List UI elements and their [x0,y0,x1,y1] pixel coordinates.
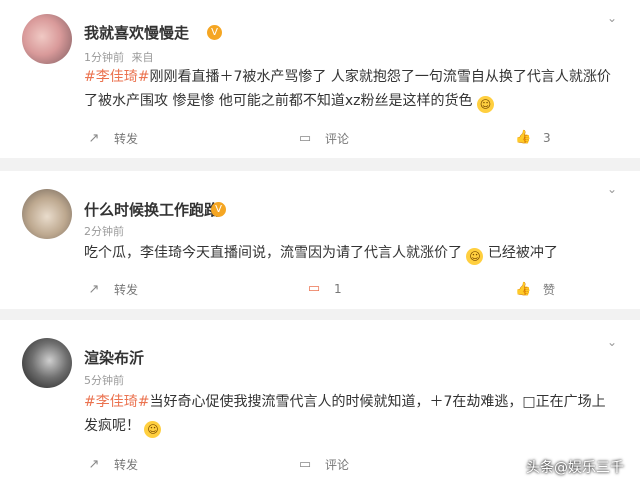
repost-button[interactable]: ↗ 转发 [86,456,138,473]
comment-card: 什么时候换工作跑路 V 2分钟前 ⌄ 吃个瓜，李佳琦今天直播间说，流雪因为请了代… [0,171,640,309]
username[interactable]: 什么时候换工作跑路 [84,199,219,220]
hashtag-link[interactable]: #李佳琦# [84,69,149,85]
like-icon: 👍 [515,130,532,145]
comment-text: #李佳琦#当好奇心促使我搜流雪代言人的时候就知道，＋7在劫难逃，□正在广场上发疯… [84,390,616,438]
comment-icon: ▭ [298,456,312,472]
username[interactable]: 渲染布沂 [84,347,144,368]
emoji-icon: ☺ [144,421,162,438]
avatar[interactable] [22,189,72,239]
comment-body: 吃个瓜，李佳琦今天直播间说，流雪因为请了代言人就涨价了 [84,245,462,261]
repost-icon: ↗ [88,456,100,472]
repost-label: 转发 [114,132,139,146]
comment-body: 当好奇心促使我搜流雪代言人的时候就知道，＋7在劫难逃，□正在广场上发疯呢！ [84,394,606,434]
username[interactable]: 我就喜欢慢慢走 [84,22,189,43]
timestamp: 2分钟前 [84,225,124,238]
hashtag-link[interactable]: #李佳琦# [84,394,149,410]
avatar[interactable] [22,14,72,64]
timestamp: 1分钟前 [84,51,124,64]
comment-label: 评论 [325,458,350,472]
repost-button[interactable]: ↗ 转发 [86,281,138,298]
like-button[interactable]: 👍 赞 [515,281,555,298]
comment-meta: 1分钟前 来自 [84,49,154,65]
verified-badge-icon: V [207,25,222,40]
comment-card: 渲染布沂 5分钟前 ⌄ #李佳琦#当好奇心促使我搜流雪代言人的时候就知道，＋7在… [0,320,640,485]
source-label: 来自 [131,51,154,64]
emoji-icon: ☺ [477,96,494,113]
comment-button[interactable]: ▭ 评论 [297,130,349,147]
comment-text: 吃个瓜，李佳琦今天直播间说，流雪因为请了代言人就涨价了 ☺ 已经被冲了 [84,241,616,265]
timestamp: 5分钟前 [84,374,124,387]
repost-button[interactable]: ↗ 转发 [86,130,138,147]
repost-label: 转发 [114,458,139,472]
avatar[interactable] [22,338,72,388]
repost-label: 转发 [114,283,139,297]
chevron-down-icon[interactable]: ⌄ [604,334,620,350]
repost-icon: ↗ [88,130,100,146]
comment-text: #李佳琦#刚刚看直播＋7被水产骂惨了 人家就抱怨了一句流雪自从换了代言人就涨价了… [84,65,616,113]
comment-body: 刚刚看直播＋7被水产骂惨了 人家就抱怨了一句流雪自从换了代言人就涨价了被水产围攻… [84,69,611,109]
watermark: 头条@娱乐三千 [526,460,624,476]
chevron-down-icon[interactable]: ⌄ [604,10,620,26]
like-button[interactable]: 👍 3 [515,130,551,146]
comment-body-end: 已经被冲了 [487,245,558,261]
chevron-down-icon[interactable]: ⌄ [604,181,620,197]
comment-button[interactable]: ▭ 1 [306,281,342,297]
repost-icon: ↗ [88,281,100,297]
verified-badge-icon: V [211,202,226,217]
comment-icon: ▭ [307,281,321,296]
emoji-icon: ☺ [466,248,484,265]
comment-label: 评论 [325,132,350,146]
comment-icon: ▭ [298,130,312,146]
comment-button[interactable]: ▭ 评论 [297,456,349,473]
comment-card: 我就喜欢慢慢走 V 1分钟前 来自 ⌄ #李佳琦#刚刚看直播＋7被水产骂惨了 人… [0,0,640,158]
like-count: 3 [543,131,551,145]
like-icon: 👍 [515,281,532,297]
comment-count: 1 [334,282,342,296]
like-label: 赞 [543,283,556,297]
